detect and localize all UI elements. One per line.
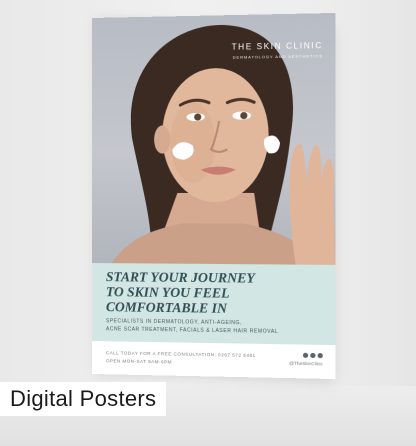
product-caption[interactable]: Digital Posters	[0, 382, 167, 416]
contact-info: CALL TODAY FOR A FREE CONSULTATION: 0207…	[106, 349, 279, 368]
headline-line-3: COMFORTABLE IN	[105, 299, 228, 316]
twitter-icon	[317, 353, 323, 359]
clinic-name: THE SKIN CLINIC	[231, 40, 323, 52]
wall-shading	[326, 0, 416, 446]
poster-headline: START YOUR JOURNEY TO SKIN YOU FEEL COMF…	[106, 269, 321, 317]
model-photo: THE SKIN CLINIC DERMATOLOGY AND AESTHETI…	[92, 12, 336, 265]
social-handle: @TheSkinClinic	[289, 360, 323, 367]
skin-clinic-poster: THE SKIN CLINIC DERMATOLOGY AND AESTHETI…	[92, 12, 336, 380]
clinic-logo: THE SKIN CLINIC DERMATOLOGY AND AESTHETI…	[232, 41, 323, 60]
poster-footer: CALL TODAY FOR A FREE CONSULTATION: 0207…	[92, 341, 336, 380]
facebook-icon	[302, 352, 309, 358]
instagram-icon	[310, 352, 316, 359]
poster-subtext: SPECIALISTS IN DERMATOLOGY, ANTI-AGEING,…	[106, 317, 321, 336]
headline-panel: START YOUR JOURNEY TO SKIN YOU FEEL COMF…	[92, 263, 336, 346]
wall-background: THE SKIN CLINIC DERMATOLOGY AND AESTHETI…	[0, 0, 416, 446]
social-links: @TheSkinClinic	[289, 352, 323, 367]
